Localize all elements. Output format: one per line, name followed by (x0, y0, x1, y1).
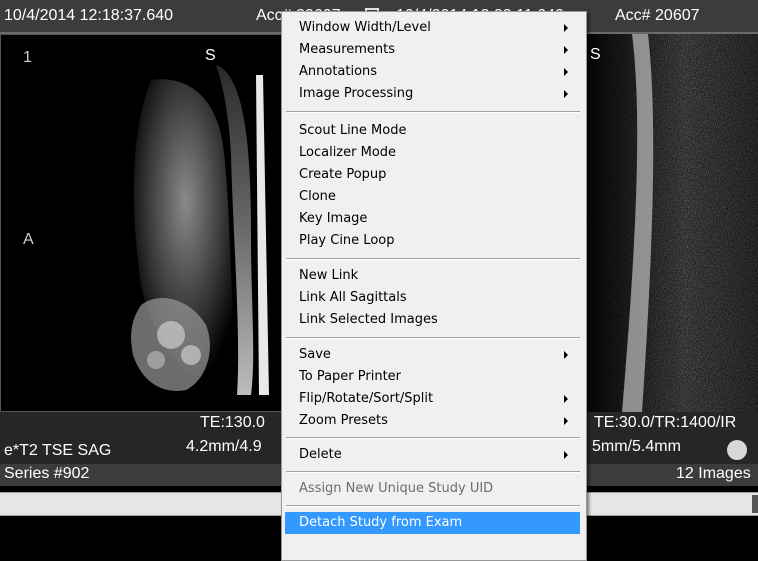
submenu-arrow-icon (564, 351, 568, 359)
submenu-arrow-icon (564, 451, 568, 459)
submenu-arrow-icon (564, 46, 568, 54)
menu-item-flip-rotate-sort-split[interactable]: Flip/Rotate/Sort/Split (285, 388, 580, 410)
submenu-arrow-icon (564, 417, 568, 425)
menu-item-clone[interactable]: Clone (285, 186, 580, 208)
left-orientation-left: A (23, 231, 34, 248)
left-orientation-top: S (205, 47, 216, 64)
menu-item-zoom-presets[interactable]: Zoom Presets (285, 410, 580, 432)
context-menu: Window Width/Level Measurements Annotati… (281, 11, 587, 561)
menu-item-link-all-sagittals[interactable]: Link All Sagittals (285, 287, 580, 309)
menu-item-measurements[interactable]: Measurements (285, 39, 580, 61)
series-number: Series #902 (4, 465, 90, 482)
menu-item-localizer-mode[interactable]: Localizer Mode (285, 142, 580, 164)
right-orientation-top: S (590, 46, 601, 63)
left-te-value: TE:130.0 (200, 414, 265, 431)
menu-separator (286, 258, 580, 260)
left-slice-thickness: 4.2mm/4.9 (186, 438, 262, 455)
right-te-tr-value: TE:30.0/TR:1400/IR (594, 414, 737, 431)
menu-separator (286, 337, 580, 339)
image-number-label: 1 (23, 49, 32, 66)
menu-item-key-image[interactable]: Key Image (285, 208, 580, 230)
menu-item-link-selected-images[interactable]: Link Selected Images (285, 309, 580, 331)
menu-item-delete[interactable]: Delete (285, 444, 580, 466)
menu-item-new-link[interactable]: New Link (285, 265, 580, 287)
right-slice-thickness: 5mm/5.4mm (592, 438, 681, 455)
menu-item-save[interactable]: Save (285, 344, 580, 366)
image-count: 12 Images (676, 465, 751, 482)
menu-separator (286, 437, 580, 439)
menu-item-image-processing[interactable]: Image Processing (285, 83, 580, 105)
right-accession-number: Acc# 20607 (615, 7, 700, 24)
menu-item-create-popup[interactable]: Create Popup (285, 164, 580, 186)
menu-item-assign-new-unique-study-uid: Assign New Unique Study UID (299, 481, 494, 496)
menu-separator (286, 471, 580, 473)
scrollbar-thumb[interactable] (752, 495, 758, 513)
submenu-arrow-icon (564, 68, 568, 76)
menu-item-scout-line-mode[interactable]: Scout Line Mode (285, 120, 580, 142)
menu-separator (286, 505, 580, 507)
menu-item-detach-study-from-exam[interactable]: Detach Study from Exam (285, 512, 580, 534)
menu-item-annotations[interactable]: Annotations (285, 61, 580, 83)
submenu-arrow-icon (564, 395, 568, 403)
circle-indicator-icon[interactable] (727, 440, 747, 460)
menu-item-to-paper-printer[interactable]: To Paper Printer (285, 366, 580, 388)
series-description: e*T2 TSE SAG (4, 442, 112, 459)
left-study-date: 10/4/2014 12:18:37.640 (4, 7, 174, 24)
menu-item-window-width-level[interactable]: Window Width/Level (285, 17, 580, 39)
submenu-arrow-icon (564, 90, 568, 98)
menu-item-play-cine-loop[interactable]: Play Cine Loop (285, 230, 580, 252)
menu-separator (286, 111, 580, 113)
submenu-arrow-icon (564, 24, 568, 32)
